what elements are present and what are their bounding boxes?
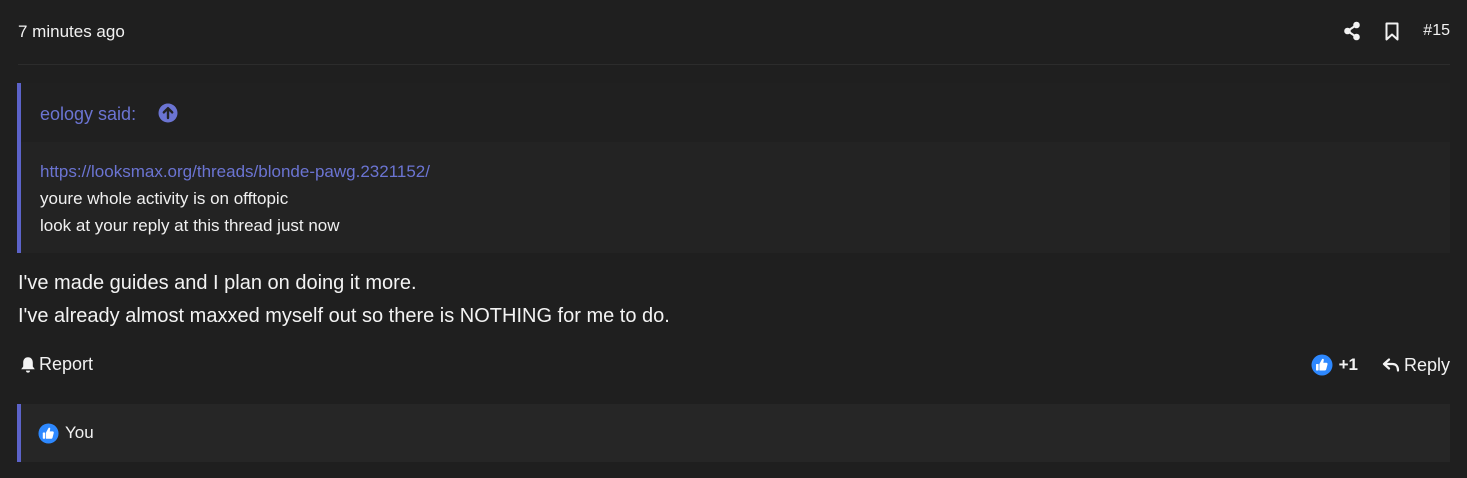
message-line: I've made guides and I plan on doing it … — [18, 272, 417, 294]
reply-button[interactable]: Reply — [1382, 355, 1450, 376]
post-footer-actions: +1 Reply — [1311, 354, 1450, 376]
quote-link[interactable]: https://looksmax.org/threads/blonde-pawg… — [40, 158, 1431, 185]
reactions-bar: You — [17, 404, 1450, 462]
quote-header: eology said: — [21, 83, 1450, 142]
quote-block: eology said: https://looksmax.org/thread… — [17, 83, 1450, 253]
quote-body: https://looksmax.org/threads/blonde-pawg… — [21, 142, 1450, 239]
reply-arrow-icon — [1382, 358, 1400, 372]
message-line: I've already almost maxxed myself out so… — [18, 305, 670, 327]
bell-icon — [21, 356, 35, 373]
arrow-up-circle-icon[interactable] — [158, 103, 178, 123]
share-icon[interactable] — [1341, 19, 1363, 43]
quote-line: look at your reply at this thread just n… — [40, 216, 340, 235]
post-footer: Report +1 Reply — [20, 354, 1450, 380]
quote-line: youre whole activity is on offtopic — [40, 189, 289, 208]
post: 7 minutes ago #15 eology said: https://l… — [0, 0, 1467, 478]
post-header-actions: #15 — [1341, 19, 1450, 43]
bookmark-icon[interactable] — [1381, 19, 1403, 43]
quote-author[interactable]: eology said: — [40, 104, 136, 125]
thumbs-up-icon — [1311, 354, 1333, 376]
post-header: 7 minutes ago #15 — [18, 0, 1450, 65]
report-label: Report — [39, 354, 94, 374]
thumbs-up-icon — [38, 422, 59, 444]
message-body: I've made guides and I plan on doing it … — [18, 267, 670, 333]
reaction-count: +1 — [1338, 355, 1358, 374]
post-timestamp[interactable]: 7 minutes ago — [18, 22, 125, 42]
post-number-link[interactable]: #15 — [1423, 22, 1450, 40]
reactions-likers[interactable]: You — [65, 423, 94, 443]
report-button[interactable]: Report — [20, 354, 93, 375]
like-button[interactable]: +1 — [1311, 354, 1358, 376]
reply-label: Reply — [1403, 354, 1450, 375]
